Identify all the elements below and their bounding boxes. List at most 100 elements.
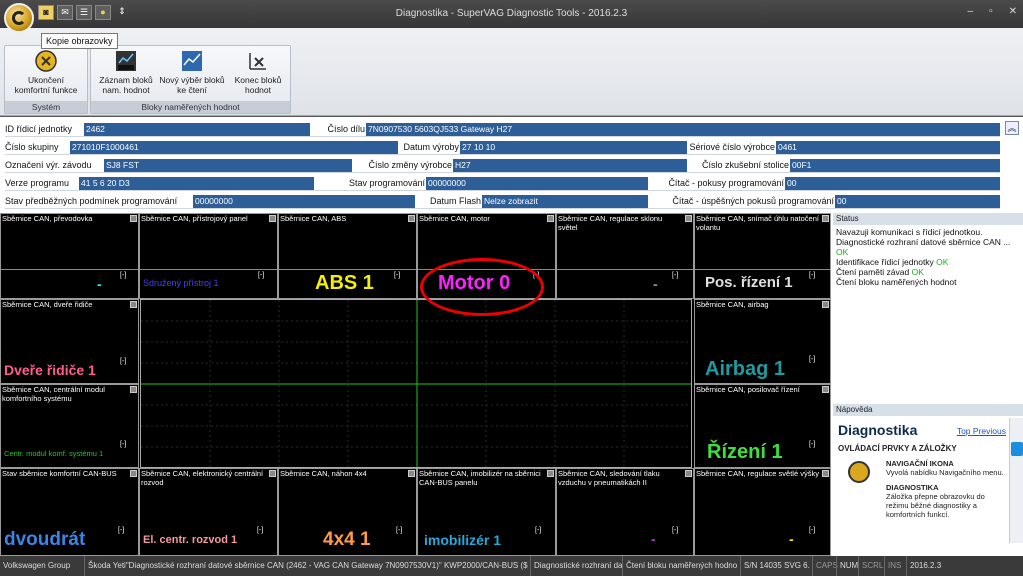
block-dropdown-icon[interactable] (822, 215, 829, 222)
block-name: Sběrnice CAN, náhon 4x4 (280, 469, 367, 478)
info-label: Stav předběžných podmínek programování (5, 196, 178, 206)
block-dropdown-icon[interactable] (269, 215, 276, 222)
block-name: Sběrnice CAN, motor (419, 214, 490, 223)
minimize-button[interactable]: – (968, 6, 974, 17)
block-dropdown-icon[interactable] (269, 470, 276, 477)
block-cell-c11[interactable]: Stav sběrnice komfortní CAN-BUS [-] dvou… (0, 468, 139, 556)
block-cell-c5[interactable]: Sběrnice CAN, regulace sklonu světel [-]… (556, 213, 694, 299)
info-label: Datum výroby (403, 142, 459, 152)
block-value: Centr. modul komf. systému 1 (4, 449, 104, 458)
block-dropdown-icon[interactable] (130, 470, 137, 477)
info-label: Verze programu (5, 178, 70, 188)
close-button[interactable]: ✕ (1009, 6, 1017, 17)
help-top-link[interactable]: Top (957, 426, 971, 436)
block-dropdown-icon[interactable] (685, 215, 692, 222)
info-label: Číslo zkušební stolice (701, 160, 789, 170)
block-name: Sběrnice CAN, regulace sklonu světel (558, 214, 663, 232)
block-cell-c16[interactable]: Sběrnice CAN, regulace světlé výšky [-] … (694, 468, 831, 556)
help-scrollbar[interactable] (1009, 418, 1023, 543)
block-dropdown-icon[interactable] (547, 470, 554, 477)
block-dropdown-icon[interactable] (130, 386, 137, 393)
status-title: Status (833, 213, 1023, 225)
block-value: - (97, 276, 102, 292)
block-name: Sběrnice CAN, regulace světlé výšky (696, 469, 819, 478)
block-dropdown-icon[interactable] (547, 215, 554, 222)
block-dropdown-icon[interactable] (408, 470, 415, 477)
block-dropdown-icon[interactable] (822, 301, 829, 308)
block-cell-c10[interactable]: Sběrnice CAN, posilovač řízení [-] Řízen… (694, 384, 831, 468)
bracket: [-] (258, 272, 265, 279)
rec-icon (116, 51, 136, 71)
block-value: dvoudrát (4, 529, 86, 550)
ribbon: Ukončení komfortní funkce Systém Záznam … (0, 28, 1023, 116)
block-cell-c6[interactable]: Sběrnice CAN, snímač úhlu natočení volan… (694, 213, 831, 299)
block-name: Sběrnice CAN, centrální modul komfortníh… (2, 385, 105, 403)
block-name: Sběrnice CAN, převodovka (2, 214, 93, 223)
block-cell-c9[interactable]: Sběrnice CAN, centrální modul komfortníh… (0, 384, 139, 468)
info-row: Verze programu 41 5 6 20 D3 Stav program… (5, 175, 1000, 191)
block-value: imobilizér 1 (424, 532, 502, 548)
info-row: Číslo skupiny 271010F1000461 Datum výrob… (5, 139, 1000, 155)
record-blocks-button[interactable]: Záznam bloků nam. hodnot (93, 49, 159, 101)
bracket: [-] (120, 272, 127, 279)
bracket: [-] (809, 441, 816, 448)
teamviewer-icon[interactable] (1011, 442, 1023, 456)
block-dropdown-icon[interactable] (130, 215, 137, 222)
status-bar: Volkswagen Group Škoda Yeti"Diagnostické… (0, 556, 1023, 576)
block-cell-c13[interactable]: Sběrnice CAN, náhon 4x4 [-] 4x4 1 (278, 468, 417, 556)
collapse-info-button[interactable]: ︽ (1005, 121, 1019, 135)
block-cell-c7[interactable]: Sběrnice CAN, dveře řidiče [-] Dveře řid… (0, 299, 139, 384)
block-cell-c14[interactable]: Sběrnice CAN, imobilizér na sběrnici CAN… (417, 468, 556, 556)
oscilloscope-graph (140, 299, 692, 468)
block-cell-c12[interactable]: Sběrnice CAN, elektronický centrální roz… (139, 468, 278, 556)
new-block-select-button[interactable]: Nový výběr bloků ke čtení (159, 49, 225, 101)
block-dropdown-icon[interactable] (685, 470, 692, 477)
highlight-circle (420, 258, 544, 316)
block-dropdown-icon[interactable] (822, 386, 829, 393)
bracket: [-] (120, 441, 127, 448)
block-value: Pos. řízení 1 (705, 274, 793, 291)
status-log: Navazuji komunikaci s řídicí jednotkou. … (836, 227, 1011, 287)
info-value: 7N0907530 5603QJ533 Gateway H27 (366, 123, 1000, 136)
help-heading: Diagnostika (838, 422, 918, 438)
bracket: [-] (120, 358, 127, 365)
end-blocks-button[interactable]: Konec bloků hodnot (225, 49, 291, 101)
ribbon-group-blocks: Záznam bloků nam. hodnot Nový výběr blok… (90, 45, 291, 114)
restore-button[interactable]: ▫ (989, 6, 993, 17)
info-value: 41 5 6 20 D3 (79, 177, 314, 190)
info-value: 271010F1000461 (70, 141, 398, 154)
info-value: 00 (785, 177, 1000, 190)
help-body: OVLÁDACÍ PRVKY A ZÁLOŽKY NAVIGAČNÍ IKONA… (838, 444, 1004, 519)
block-cell-c8[interactable]: Sběrnice CAN, airbag [-] Airbag 1 (694, 299, 831, 384)
help-previous-link[interactable]: Previous (973, 426, 1006, 436)
block-cell-c2[interactable]: Sběrnice CAN, přístrojový panel [-] Sdru… (139, 213, 278, 299)
block-dropdown-icon[interactable] (408, 215, 415, 222)
block-name: Sběrnice CAN, snímač úhlu natočení volan… (696, 214, 819, 232)
bracket: [-] (672, 527, 679, 534)
exit-comfort-button[interactable]: Ukončení komfortní funkce (13, 49, 79, 101)
block-cell-c1[interactable]: Sběrnice CAN, převodovka [-] - (0, 213, 139, 299)
block-name: Sběrnice CAN, imobilizér na sběrnici CAN… (419, 469, 541, 487)
block-dropdown-icon[interactable] (822, 470, 829, 477)
block-value: - (789, 531, 794, 547)
ribbon-group-label: Systém (5, 101, 87, 113)
block-value: Řízení 1 (707, 441, 783, 463)
block-cell-c3[interactable]: Sběrnice CAN, ABS [-] ABS 1 (278, 213, 417, 299)
info-value: 00000000 (426, 177, 648, 190)
block-name: Sběrnice CAN, ABS (280, 214, 347, 223)
info-label: Číslo dílu (327, 124, 365, 134)
info-value: Nelze zobrazit (482, 195, 648, 208)
application-orb-icon[interactable] (4, 3, 34, 33)
info-value: 00F1 (790, 159, 1000, 172)
block-name: Sběrnice CAN, přístrojový panel (141, 214, 248, 223)
block-dropdown-icon[interactable] (130, 301, 137, 308)
info-value: 00 (835, 195, 1000, 208)
info-label: Stav programování (348, 178, 425, 188)
block-name: Sběrnice CAN, posilovač řízení (696, 385, 800, 394)
block-value: - (653, 276, 658, 292)
block-value: El. centr. rozvod 1 (143, 534, 238, 546)
block-cell-c15[interactable]: Sběrnice CAN, sledování tlaku vzduchu v … (556, 468, 694, 556)
info-label: Číslo skupiny (5, 142, 59, 152)
info-label: Sériové číslo výrobce (689, 142, 775, 152)
bracket: [-] (809, 527, 816, 534)
